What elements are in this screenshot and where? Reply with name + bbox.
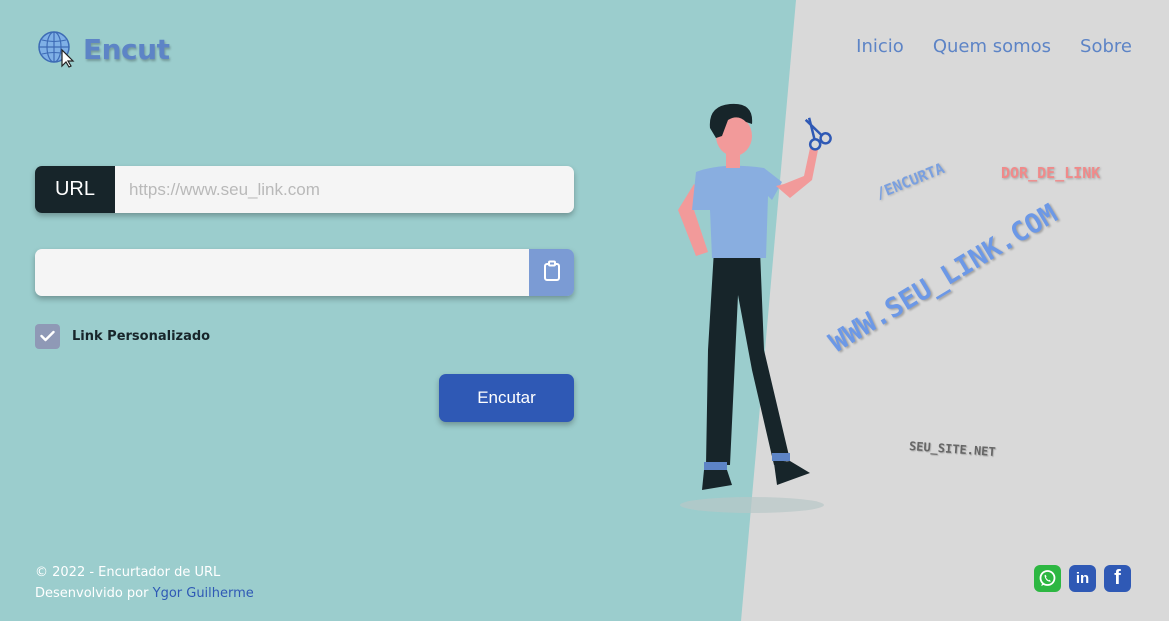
nav-item-quem-somos[interactable]: Quem somos	[933, 36, 1051, 57]
developer-credit: Desenvolvido por Ygor Guilherme	[35, 583, 254, 604]
nav-item-inicio[interactable]: Inicio	[856, 36, 904, 57]
url-input-group: URL	[35, 166, 574, 213]
custom-link-checkbox[interactable]	[35, 324, 60, 349]
checkmark-icon	[40, 327, 55, 346]
footer: © 2022 - Encurtador de URL Desenvolvido …	[35, 562, 254, 604]
author-link[interactable]: Ygor Guilherme	[153, 586, 254, 601]
main-nav: Inicio Quem somos Sobre	[856, 36, 1132, 57]
deco-word-seu-link: WWW.SEU_LINK.COM	[824, 198, 1063, 359]
copyright-text: © 2022 - Encurtador de URL	[35, 565, 221, 580]
clipboard-icon	[543, 260, 561, 286]
deco-word-encurta: /ENCURTA	[873, 159, 947, 203]
social-links: in f	[1034, 565, 1131, 592]
copy-button[interactable]	[529, 249, 574, 296]
nav-item-sobre[interactable]: Sobre	[1080, 36, 1132, 57]
url-input[interactable]	[115, 166, 574, 213]
linkedin-icon[interactable]: in	[1069, 565, 1096, 592]
facebook-icon[interactable]: f	[1104, 565, 1131, 592]
short-url-group	[35, 249, 574, 296]
url-label: URL	[35, 166, 115, 213]
whatsapp-icon[interactable]	[1034, 565, 1061, 592]
deco-word-seu-site: SEU_SITE.NET	[908, 438, 997, 460]
man-with-scissors-illustration	[672, 100, 832, 520]
custom-link-option: Link Personalizado	[35, 324, 210, 349]
logo-text: Encut	[83, 32, 170, 66]
developed-by-text: Desenvolvido por	[35, 586, 149, 601]
short-url-field[interactable]	[35, 249, 529, 296]
logo[interactable]: Encut	[37, 30, 170, 68]
deco-word-dor-de-link: DOR_DE_LINK	[1001, 164, 1101, 182]
globe-cursor-icon	[37, 30, 77, 68]
custom-link-label: Link Personalizado	[72, 329, 211, 344]
teal-background-panel	[0, 0, 796, 621]
shorten-button[interactable]: Encutar	[439, 374, 574, 422]
